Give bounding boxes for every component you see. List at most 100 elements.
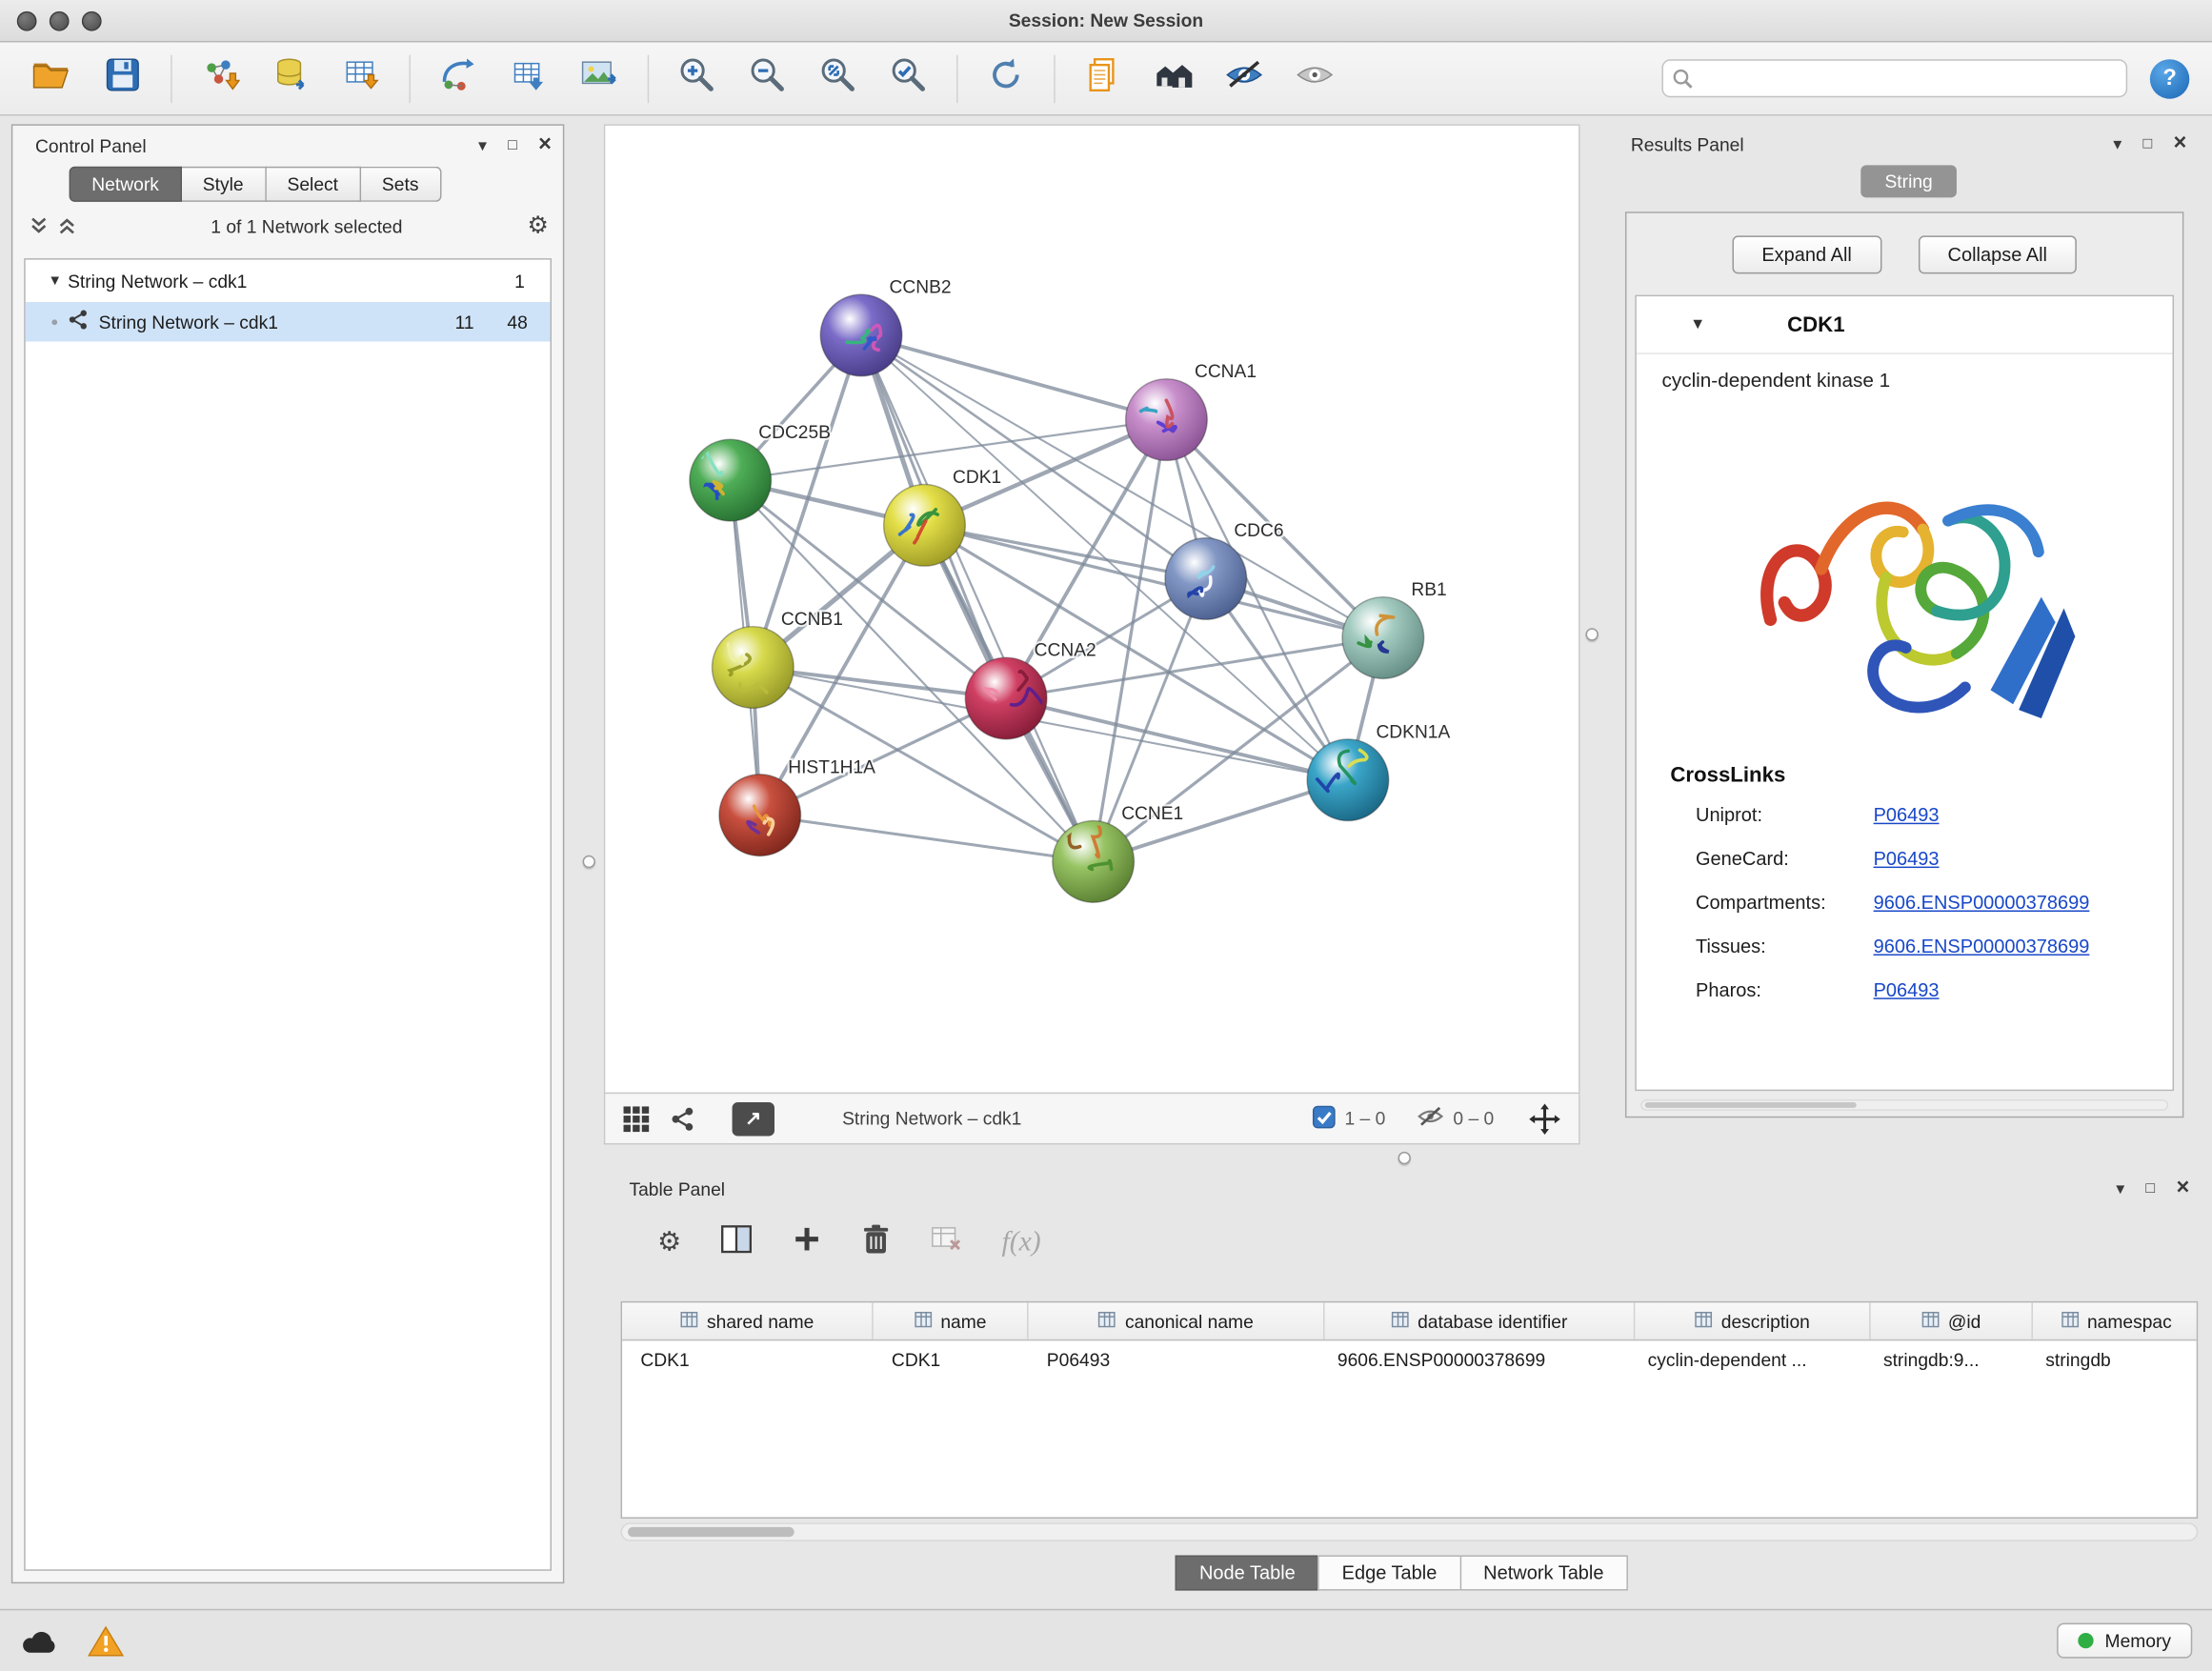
cell-namespace[interactable]: stringdb [2033,1340,2198,1379]
table-row[interactable]: CDK1 CDK1 P06493 9606.ENSP00000378699 cy… [622,1340,2197,1379]
splitter-handle-right[interactable] [1585,628,1598,640]
cell-name[interactable]: CDK1 [874,1340,1029,1379]
tab-network-table[interactable]: Network Table [1459,1556,1628,1591]
help-button[interactable]: ? [2150,58,2189,97]
panel-menu-icon[interactable]: ▾ [2113,135,2122,152]
column-header-canonical-name[interactable]: canonical name [1029,1302,1325,1339]
warning-icon[interactable] [88,1625,125,1657]
pan-crosshair-icon[interactable] [1528,1101,1562,1136]
tab-sets[interactable]: Sets [361,167,441,202]
cell-shared-name[interactable]: CDK1 [622,1340,874,1379]
import-table-button[interactable] [332,49,389,108]
zoom-selected-button[interactable] [880,49,936,108]
network-collection-row[interactable]: ▼ String Network – cdk1 1 [26,260,551,302]
network-edge-CCNB2-CCNE1[interactable] [861,335,1094,861]
column-header-name[interactable]: name [874,1302,1029,1339]
network-node-CCNE1[interactable] [1053,821,1135,903]
panel-float-icon[interactable]: □ [2142,136,2152,151]
network-edge-CCNA2-CDKN1A[interactable] [1006,698,1348,780]
delete-column-trash-icon[interactable] [860,1221,892,1262]
cell-id[interactable]: stringdb:9... [1871,1340,2033,1379]
network-node-CDC6[interactable] [1165,538,1247,620]
tab-select[interactable]: Select [266,167,360,202]
cell-description[interactable]: cyclin-dependent ... [1635,1340,1870,1379]
crosslink-link[interactable]: 9606.ENSP00000378699 [1874,892,2090,913]
tab-edge-table[interactable]: Edge Table [1317,1556,1460,1591]
import-network-database-button[interactable] [262,49,318,108]
panel-float-icon[interactable]: □ [508,137,517,152]
column-header-id[interactable]: @id [1871,1302,2033,1339]
section-collapse-icon[interactable]: ▼ [1690,316,1705,333]
selected-checkbox-icon[interactable] [1312,1104,1336,1133]
tree-expand-icon[interactable]: ▼ [39,273,68,289]
column-header-shared-name[interactable]: shared name [622,1302,874,1339]
expand-all-icon[interactable] [58,216,76,236]
zoom-in-icon [677,55,716,102]
navigator-button[interactable]: ↗ [733,1101,774,1136]
export-image-button[interactable] [572,49,628,108]
splitter-handle-bottom[interactable] [1398,1152,1411,1164]
zoom-out-button[interactable] [739,49,795,108]
search-input[interactable] [1661,59,2127,97]
tab-style[interactable]: Style [182,167,267,202]
tab-network[interactable]: Network [70,167,182,202]
clone-document-button[interactable] [1075,49,1131,108]
zoom-in-button[interactable] [669,49,725,108]
collapse-all-icon[interactable] [30,216,48,236]
network-graph[interactable]: CCNB2CCNA1CDC25BCDK1CDC6RB1CCNB1CCNA2CDK… [605,126,1579,1093]
tab-string-results[interactable]: String [1860,165,1957,197]
network-row-selected[interactable]: ● String Network – cdk1 11 48 [26,302,551,341]
panel-menu-icon[interactable]: ▾ [2116,1179,2124,1197]
panel-close-icon[interactable]: × [2174,132,2187,155]
panel-close-icon[interactable]: × [2176,1178,2189,1200]
panel-float-icon[interactable]: □ [2145,1180,2155,1196]
crosslink-link[interactable]: P06493 [1874,848,1940,869]
cell-database-identifier[interactable]: 9606.ENSP00000378699 [1325,1340,1636,1379]
network-node-CCNA2[interactable] [965,657,1047,739]
panel-close-icon[interactable]: × [538,134,552,157]
zoom-fit-button[interactable] [810,49,866,108]
network-canvas[interactable]: CCNB2CCNA1CDC25BCDK1CDC6RB1CCNB1CCNA2CDK… [604,124,1580,1094]
save-session-button[interactable] [94,49,151,108]
import-network-file-button[interactable] [191,49,248,108]
network-edge-HIST1H1A-CCNE1[interactable] [760,815,1094,862]
grid-view-icon[interactable] [622,1104,651,1133]
table-horizontal-scrollbar[interactable] [621,1522,2199,1540]
cloud-status-icon[interactable] [20,1626,59,1655]
gene-section-header[interactable]: ▼ CDK1 [1637,296,2173,354]
open-session-button[interactable] [24,49,80,108]
network-node-CCNB1[interactable] [713,627,794,709]
crosslink-link[interactable]: 9606.ENSP00000378699 [1874,936,2090,956]
results-horizontal-scrollbar[interactable] [1640,1099,2168,1111]
expand-all-button[interactable]: Expand All [1732,235,1881,273]
column-header-database-identifier[interactable]: database identifier [1325,1302,1636,1339]
network-options-gear-icon[interactable]: ⚙ [527,211,549,240]
memory-button[interactable]: Memory [2057,1623,2192,1659]
home-button[interactable] [1145,49,1201,108]
hidden-eye-slash-icon[interactable] [1417,1105,1445,1132]
table-settings-gear-icon[interactable]: ⚙ [657,1226,681,1258]
scrollbar-thumb[interactable] [1645,1102,1857,1108]
new-table-button[interactable] [501,49,557,108]
add-column-icon[interactable] [792,1223,823,1261]
crosslink-link[interactable]: P06493 [1874,804,1940,825]
cell-canonical-name[interactable]: P06493 [1029,1340,1325,1379]
splitter-handle-left[interactable] [583,856,595,868]
scrollbar-thumb[interactable] [628,1527,794,1537]
show-panel-button[interactable] [1287,49,1343,108]
collapse-all-button[interactable]: Collapse All [1918,235,2077,273]
refresh-button[interactable] [977,49,1034,108]
panel-menu-icon[interactable]: ▾ [478,137,487,154]
tab-node-table[interactable]: Node Table [1176,1556,1319,1591]
network-node-RB1[interactable] [1342,597,1424,679]
hide-panel-button[interactable] [1217,49,1273,108]
column-header-description[interactable]: description [1635,1302,1870,1339]
toolbar-separator [1054,54,1055,102]
network-node-CCNB2[interactable] [820,294,902,376]
show-columns-icon[interactable] [719,1223,754,1261]
crosslink-link[interactable]: P06493 [1874,979,1940,1000]
network-node-CDC25B[interactable] [690,439,772,521]
network-from-selection-button[interactable] [431,49,487,108]
column-header-namespace[interactable]: namespac [2033,1302,2198,1339]
share-network-icon[interactable] [670,1106,695,1132]
